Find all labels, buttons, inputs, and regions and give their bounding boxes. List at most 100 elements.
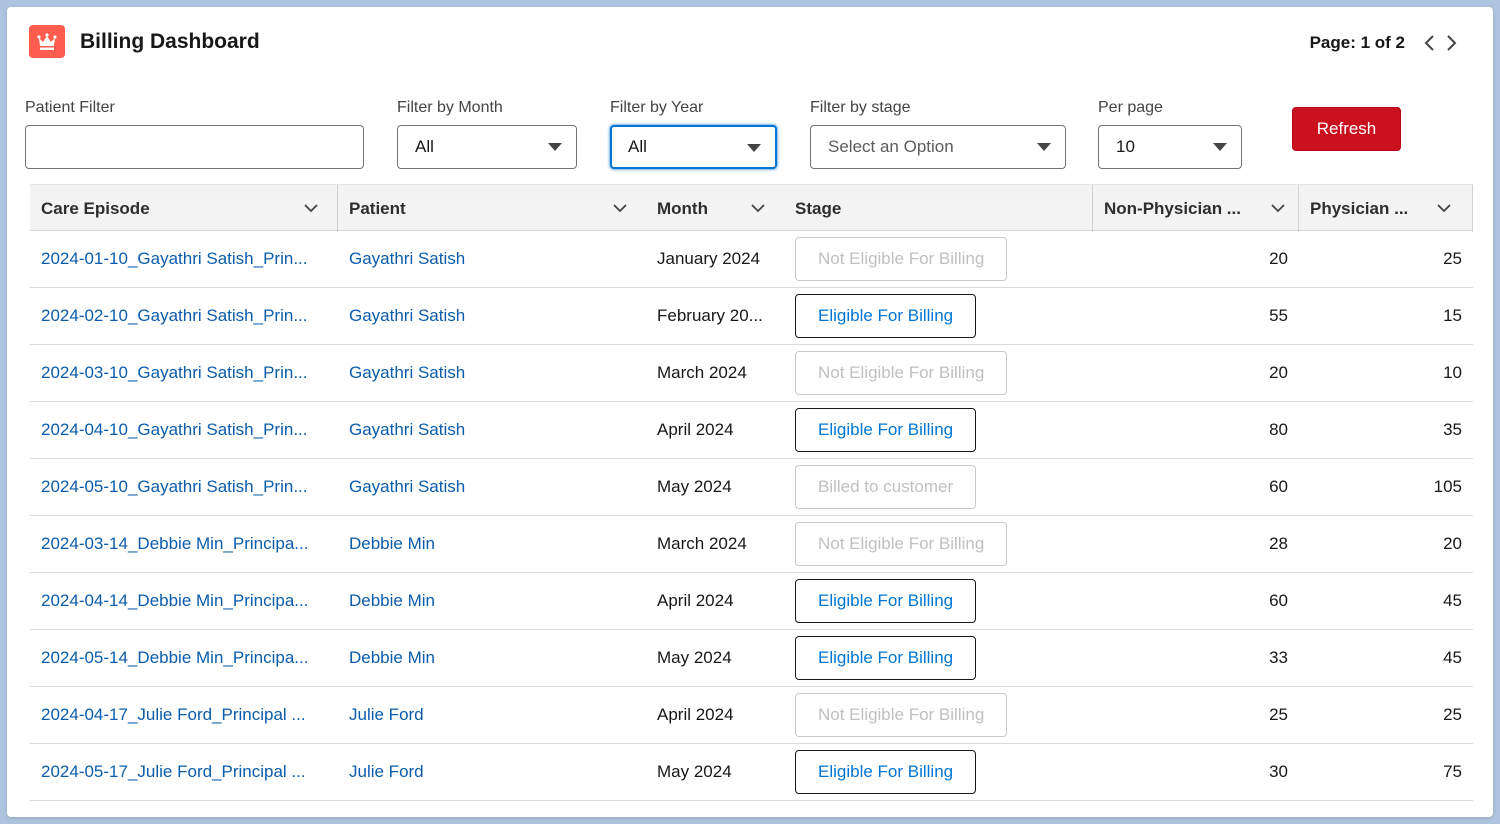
care-episode-link[interactable]: 2024-03-10_Gayathri Satish_Prin... — [30, 363, 338, 383]
table-row: 2024-02-10_Gayathri Satish_Prin... Gayath… — [30, 288, 1473, 345]
physician-cell: 25 — [1443, 705, 1462, 724]
patient-link[interactable]: Gayathri Satish — [338, 477, 646, 497]
non-physician-cell: 28 — [1269, 534, 1288, 553]
patient-link[interactable]: Julie Ford — [338, 705, 646, 725]
non-physician-cell: 33 — [1269, 648, 1288, 667]
previous-page-button[interactable] — [1419, 31, 1439, 55]
physician-cell: 25 — [1443, 249, 1462, 268]
year-filter-select[interactable]: All — [610, 125, 777, 169]
column-header-label: Patient — [349, 198, 406, 218]
physician-cell: 15 — [1443, 306, 1462, 325]
stage-filter-select[interactable]: Select an Option — [810, 125, 1066, 169]
patient-link[interactable]: Gayathri Satish — [338, 306, 646, 326]
caret-down-icon — [1213, 143, 1227, 151]
care-episode-link[interactable]: 2024-04-10_Gayathri Satish_Prin... — [30, 420, 338, 440]
physician-cell: 45 — [1443, 591, 1462, 610]
billing-dashboard-card: Billing Dashboard Page: 1 of 2 Patient F… — [7, 7, 1493, 817]
non-physician-cell: 60 — [1269, 591, 1288, 610]
stage-button: Not Eligible For Billing — [795, 351, 1008, 395]
column-header-label: Non-Physician ... — [1104, 198, 1241, 218]
stage-cell: Eligible For Billing — [784, 750, 1093, 794]
table-row: 2024-05-14_Debbie Min_Principa... Debbie … — [30, 630, 1473, 687]
month-cell: March 2024 — [657, 363, 747, 382]
table-row: 2024-05-17_Julie Ford_Principal ... Julie… — [30, 744, 1473, 801]
non-physician-cell: 55 — [1269, 306, 1288, 325]
table-row: 2024-01-10_Gayathri Satish_Prin... Gayath… — [30, 231, 1473, 288]
care-episode-link[interactable]: 2024-03-14_Debbie Min_Principa... — [30, 534, 338, 554]
care-episode-link[interactable]: 2024-04-17_Julie Ford_Principal ... — [30, 705, 338, 725]
column-header-patient[interactable]: Patient — [338, 185, 646, 232]
patient-filter: Patient Filter — [25, 99, 364, 169]
stage-button[interactable]: Eligible For Billing — [795, 294, 977, 338]
chevron-left-icon — [1424, 35, 1434, 51]
stage-button[interactable]: Eligible For Billing — [795, 408, 977, 452]
patient-link[interactable]: Gayathri Satish — [338, 420, 646, 440]
physician-cell: 105 — [1433, 477, 1462, 496]
care-episode-link[interactable]: 2024-02-10_Gayathri Satish_Prin... — [30, 306, 338, 326]
stage-cell: Not Eligible For Billing — [784, 351, 1093, 395]
month-cell: May 2024 — [657, 762, 732, 781]
table-row: 2024-04-14_Debbie Min_Principa... Debbie … — [30, 573, 1473, 630]
stage-button[interactable]: Eligible For Billing — [795, 636, 977, 680]
next-page-button[interactable] — [1442, 31, 1462, 55]
month-filter-select[interactable]: All — [397, 125, 577, 169]
column-header-label: Physician ... — [1310, 198, 1409, 218]
page-title: Billing Dashboard — [80, 30, 260, 53]
per-page-value: 10 — [1116, 137, 1135, 156]
crown-icon — [29, 25, 65, 58]
care-episode-link[interactable]: 2024-05-17_Julie Ford_Principal ... — [30, 762, 338, 782]
table-row: 2024-05-10_Gayathri Satish_Prin... Gayath… — [30, 459, 1473, 516]
chevron-down-icon[interactable] — [750, 200, 766, 216]
per-page-select[interactable]: 10 — [1098, 125, 1242, 169]
stage-cell: Eligible For Billing — [784, 294, 1093, 338]
stage-button: Not Eligible For Billing — [795, 693, 1008, 737]
chevron-down-icon[interactable] — [303, 200, 319, 216]
patient-filter-label: Patient Filter — [25, 99, 115, 116]
stage-button: Not Eligible For Billing — [795, 522, 1008, 566]
care-episode-link[interactable]: 2024-04-14_Debbie Min_Principa... — [30, 591, 338, 611]
chevron-right-icon — [1447, 35, 1457, 51]
column-header-month[interactable]: Month — [646, 185, 784, 232]
patient-link[interactable]: Debbie Min — [338, 534, 646, 554]
column-header-label: Month — [657, 198, 708, 218]
non-physician-cell: 80 — [1269, 420, 1288, 439]
stage-cell: Billed to customer — [784, 465, 1093, 509]
stage-cell: Eligible For Billing — [784, 579, 1093, 623]
refresh-button[interactable]: Refresh — [1292, 107, 1401, 151]
month-filter: Filter by Month All — [397, 99, 577, 169]
column-header-care-episode[interactable]: Care Episode — [30, 185, 338, 232]
stage-button[interactable]: Eligible For Billing — [795, 750, 977, 794]
patient-link[interactable]: Debbie Min — [338, 648, 646, 668]
month-filter-value: All — [415, 137, 434, 156]
per-page-label: Per page — [1098, 99, 1163, 116]
chevron-down-icon[interactable] — [1270, 200, 1286, 216]
stage-button: Billed to customer — [795, 465, 977, 509]
stage-cell: Not Eligible For Billing — [784, 693, 1093, 737]
patient-link[interactable]: Julie Ford — [338, 762, 646, 782]
column-header-physician[interactable]: Physician ... — [1299, 185, 1473, 232]
care-episode-link[interactable]: 2024-05-14_Debbie Min_Principa... — [30, 648, 338, 668]
non-physician-cell: 20 — [1269, 249, 1288, 268]
patient-link[interactable]: Gayathri Satish — [338, 363, 646, 383]
stage-cell: Not Eligible For Billing — [784, 522, 1093, 566]
year-filter: Filter by Year All — [610, 99, 777, 169]
month-cell: January 2024 — [657, 249, 761, 268]
caret-down-icon — [747, 144, 761, 152]
patient-filter-input[interactable] — [25, 125, 364, 169]
stage-cell: Eligible For Billing — [784, 408, 1093, 452]
column-header-non-physician[interactable]: Non-Physician ... — [1093, 185, 1299, 232]
patient-link[interactable]: Gayathri Satish — [338, 249, 646, 269]
year-filter-label: Filter by Year — [610, 99, 704, 116]
stage-cell: Eligible For Billing — [784, 636, 1093, 680]
patient-link[interactable]: Debbie Min — [338, 591, 646, 611]
stage-button[interactable]: Eligible For Billing — [795, 579, 977, 623]
column-header-label: Stage — [795, 198, 842, 218]
chevron-down-icon[interactable] — [1436, 200, 1452, 216]
page-indicator: Page: 1 of 2 — [1309, 33, 1405, 52]
table-header: Care Episode Patient Month Stage Non-Phy… — [30, 184, 1473, 232]
caret-down-icon — [1037, 143, 1051, 151]
chevron-down-icon[interactable] — [612, 200, 628, 216]
care-episode-link[interactable]: 2024-01-10_Gayathri Satish_Prin... — [30, 249, 338, 269]
care-episode-link[interactable]: 2024-05-10_Gayathri Satish_Prin... — [30, 477, 338, 497]
non-physician-cell: 25 — [1269, 705, 1288, 724]
